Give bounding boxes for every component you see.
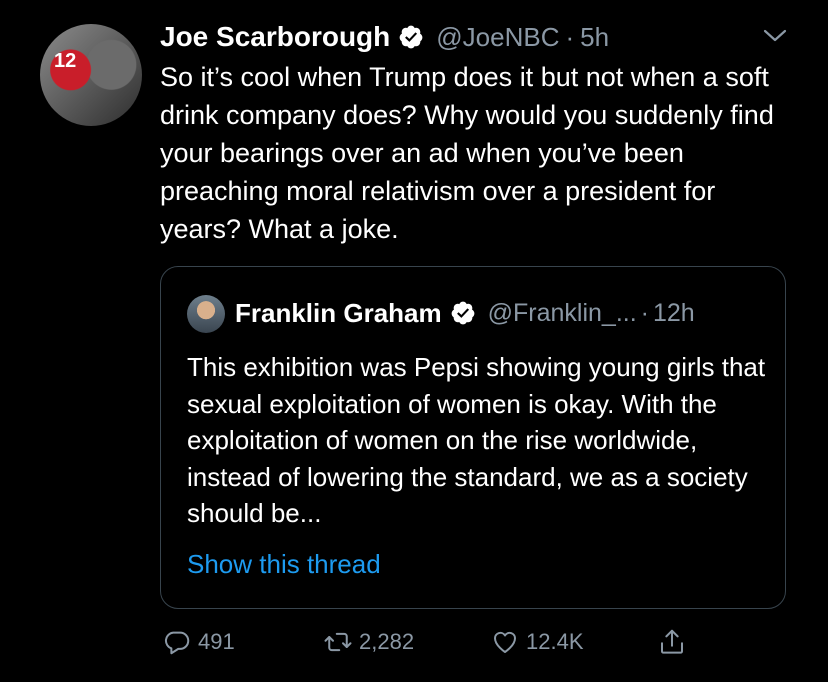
tweet-timestamp[interactable]: 5h <box>580 22 609 53</box>
chevron-down-icon[interactable] <box>760 26 790 46</box>
author-avatar[interactable]: 12 <box>40 24 142 126</box>
author-handle[interactable]: @JoeNBC <box>436 22 559 53</box>
quoted-author-name: Franklin Graham <box>235 297 442 328</box>
reply-count: 491 <box>198 629 235 654</box>
reply-icon <box>164 631 190 655</box>
quoted-tweet-header: Franklin Graham @Franklin_... · 12h <box>235 293 695 333</box>
share-icon <box>661 629 683 654</box>
reply-button[interactable]: 491 <box>162 624 235 660</box>
retweet-button[interactable]: 2,282 <box>323 624 414 660</box>
tweet-header: Joe Scarborough @JoeNBC · 5h <box>160 17 609 57</box>
tweet-actions: 491 2,282 12.4K <box>160 624 720 660</box>
verified-badge-icon <box>399 25 423 49</box>
retweet-icon <box>324 632 352 652</box>
meta-separator: · <box>565 21 575 52</box>
verified-badge-icon <box>451 301 474 325</box>
quoted-author-avatar <box>187 295 225 333</box>
quoted-tweet-text: This exhibition was Pepsi showing young … <box>187 352 766 528</box>
avatar-jersey-number: 12 <box>54 50 77 72</box>
meta-separator: · <box>640 298 649 327</box>
like-count: 12.4K <box>526 629 584 654</box>
retweet-count: 2,282 <box>359 629 415 654</box>
like-icon <box>493 631 517 653</box>
share-button[interactable] <box>657 624 687 660</box>
quoted-tweet[interactable]: Franklin Graham @Franklin_... · 12h This… <box>160 266 786 609</box>
show-thread-link[interactable]: Show this thread <box>187 549 381 580</box>
tweet-text: So it’s cool when Trump does it but not … <box>160 62 774 244</box>
quoted-tweet-timestamp: 12h <box>653 298 695 327</box>
author-name[interactable]: Joe Scarborough <box>160 21 390 53</box>
like-button[interactable]: 12.4K <box>490 624 584 660</box>
quoted-author-handle: @Franklin_... <box>487 298 637 327</box>
